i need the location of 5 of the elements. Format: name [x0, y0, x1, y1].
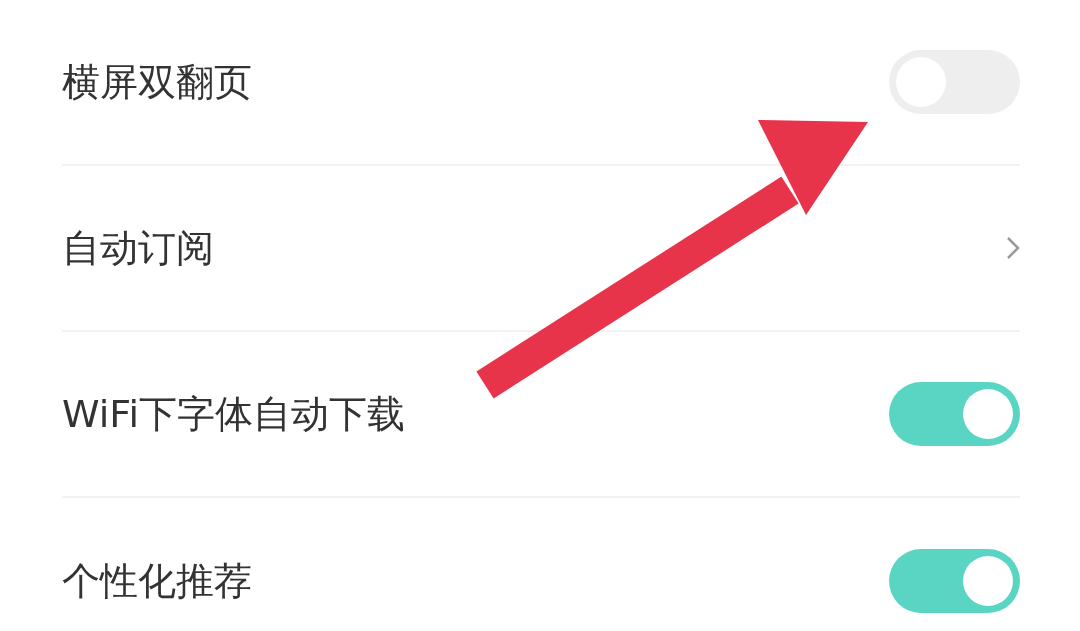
setting-label: 自动订阅 — [62, 224, 214, 272]
setting-label: 个性化推荐 — [62, 557, 252, 605]
setting-label: 横屏双翻页 — [62, 58, 252, 106]
setting-label: WiFi下字体自动下载 — [62, 390, 405, 438]
chevron-right-icon[interactable] — [1006, 236, 1020, 260]
